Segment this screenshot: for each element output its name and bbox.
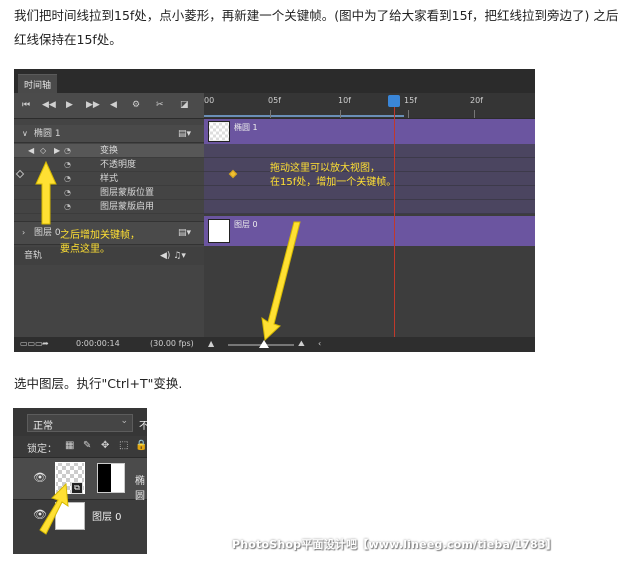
clip-bar-layer-0[interactable]: 图层 0 — [204, 216, 535, 246]
layer-name-layer-0: 图层 0 — [92, 512, 122, 523]
time-ruler[interactable]: 00 05f 10f 15f 20f — [204, 93, 535, 119]
timeline-layer-list: ∨ 椭圆 1 ▤▾ ◀ ◇ ▶ ◔ 变换 ◔ 不透明度 ◔ 样式 ◔ 图层蒙版位… — [14, 119, 204, 337]
expand-arrow-icon[interactable]: ∨ — [22, 127, 28, 141]
step-paragraph: 选中图层。执行"Ctrl+T"变换. — [14, 376, 183, 391]
property-track — [204, 144, 535, 158]
annotation-drag-zoom: 拖动这里可以放大视图， 在15f处，增加一个关键帧。 — [270, 163, 397, 188]
frame-rate: (30.00 fps) — [150, 339, 194, 348]
property-label: 样式 — [100, 174, 119, 184]
timeline-panel: 时间轴 ⏮ ◀◀ ▶ ▶▶ ◀ ⚙ ✂ ◪ 00 05f 10f 15f 20f… — [14, 69, 535, 352]
lock-all-icon[interactable]: 🔒 — [135, 440, 147, 451]
intro-paragraph: 我们把时间线拉到15f处，点小菱形，再新建一个关键帧。(图中为了给大家看到15f… — [14, 8, 619, 47]
audio-track-label: 音轨 — [24, 251, 43, 261]
lock-artboard-icon[interactable]: ⬚ — [119, 440, 128, 451]
ruler-tick — [408, 110, 409, 118]
property-label: 变换 — [100, 146, 119, 156]
blend-mode-value: 正常 — [33, 421, 53, 432]
transition-icon[interactable]: ◪ — [180, 99, 189, 111]
property-label: 不透明度 — [100, 160, 137, 170]
timeline-tab-bar: 时间轴 — [14, 69, 535, 93]
stopwatch-icon[interactable]: ◔ — [64, 145, 71, 157]
clip-label-ellipse: 椭圆 1 — [234, 123, 258, 132]
ruler-label-20f: 20f — [470, 96, 483, 105]
tab-timeline[interactable]: 时间轴 — [18, 74, 58, 93]
ruler-label-05f: 05f — [268, 96, 281, 105]
eye-icon[interactable]: 👁 — [33, 471, 47, 484]
next-frame-icon[interactable]: ▶▶ — [86, 99, 100, 111]
layer-ellipse-label: 椭圆 1 — [34, 129, 61, 139]
blend-mode-select[interactable]: 正常 ⌄ — [27, 414, 133, 432]
layer-mask-thumbnail[interactable] — [97, 463, 125, 493]
scroll-left-icon[interactable]: ‹ — [318, 339, 321, 348]
playhead-handle[interactable] — [388, 95, 400, 107]
lock-row: 锁定： ▦ ✎ ✥ ⬚ 🔒 — [13, 436, 147, 458]
film-icon[interactable]: ▤▾ — [178, 127, 191, 141]
timeline-footer: ▭▭▭ ➦ 0:00:00:14 (30.00 fps) ▲ ⛰ ‹ — [14, 337, 535, 352]
lock-transparency-icon[interactable]: ▦ — [65, 440, 74, 451]
timeline-layer-ellipse[interactable]: ∨ 椭圆 1 ▤▾ — [14, 125, 204, 143]
annotation-add-keyframe: 之后增加关键帧， 要点这里。 — [60, 230, 140, 255]
chevron-down-icon: ⌄ — [120, 416, 128, 426]
property-label: 图层蒙版启用 — [100, 202, 155, 212]
clip-thumbnail-layer-0 — [208, 219, 230, 243]
stopwatch-icon[interactable]: ◔ — [64, 159, 71, 171]
stopwatch-icon[interactable]: ◔ — [64, 187, 71, 199]
layers-panel: 正常 ⌄ 不 锁定： ▦ ✎ ✥ ⬚ 🔒 👁 ⧉ 椭圆 👁 图层 0 — [13, 408, 147, 554]
ruler-tick — [270, 110, 271, 118]
ruler-tick — [474, 110, 475, 118]
clip-label-layer-0: 图层 0 — [234, 220, 258, 229]
layer-0-label: 图层 0 — [34, 228, 61, 238]
layers-top-bar: 正常 ⌄ 不 — [13, 408, 147, 436]
property-label: 图层蒙版位置 — [100, 188, 155, 198]
clip-bar-ellipse[interactable]: 椭圆 1 — [204, 119, 535, 144]
first-frame-icon[interactable]: ⏮ — [22, 99, 30, 111]
work-area-bar[interactable] — [204, 115, 404, 117]
property-mask-position[interactable]: ◔ 图层蒙版位置 — [14, 186, 204, 200]
play-icon[interactable]: ▶ — [66, 99, 73, 111]
prev-frame-icon[interactable]: ◀◀ — [42, 99, 56, 111]
zoom-out-icon[interactable]: ▲ — [208, 339, 214, 348]
collapse-arrow-icon[interactable]: › — [22, 226, 25, 240]
settings-icon[interactable]: ⚙ — [132, 99, 140, 111]
layer-row-ellipse[interactable]: 👁 ⧉ 椭圆 — [13, 458, 147, 502]
eye-icon[interactable]: 👁 — [33, 508, 47, 521]
zoom-in-icon[interactable]: ⛰ — [298, 339, 305, 349]
ruler-label-10f: 10f — [338, 96, 351, 105]
layer-thumbnail-layer-0[interactable] — [55, 502, 85, 530]
opacity-label: 不 — [139, 421, 147, 432]
ruler-label-00: 00 — [204, 96, 215, 105]
property-mask-enable[interactable]: ◔ 图层蒙版启用 — [14, 200, 204, 214]
zoom-slider-thumb[interactable] — [259, 340, 269, 348]
ruler-label-15f: 15f — [404, 96, 417, 105]
watermark: PhotoShop平面设计吧【www.lineeg.com/tieba/1783… — [232, 538, 557, 551]
playback-controls: ⏮ ◀◀ ▶ ▶▶ ◀ ⚙ ✂ ◪ — [14, 93, 204, 119]
lock-pixels-icon[interactable]: ✎ — [83, 440, 91, 451]
layer-name-ellipse: 椭圆 — [135, 476, 145, 502]
convert-frame-icon[interactable]: ▭▭▭ — [20, 339, 43, 348]
keyframe-diamond-icon[interactable]: ◇ — [40, 144, 46, 158]
playhead-line[interactable] — [394, 107, 395, 339]
ruler-tick — [340, 110, 341, 118]
timecode: 0:00:00:14 — [76, 339, 120, 348]
next-keyframe-icon[interactable]: ▶ — [54, 144, 60, 158]
property-style[interactable]: ◔ 样式 — [14, 172, 204, 186]
lock-label: 锁定： — [27, 444, 57, 455]
property-transform[interactable]: ◀ ◇ ▶ ◔ 变换 — [14, 144, 204, 158]
audio-icon[interactable]: ◀ — [110, 99, 117, 111]
render-icon[interactable]: ➦ — [42, 339, 49, 348]
split-icon[interactable]: ✂ — [156, 99, 164, 111]
property-opacity[interactable]: ◔ 不透明度 — [14, 158, 204, 172]
lock-position-icon[interactable]: ✥ — [101, 440, 109, 451]
property-track — [204, 200, 535, 214]
smart-object-icon: ⧉ — [71, 482, 83, 494]
timeline-tracks: 椭圆 1 图层 0 — [204, 119, 535, 337]
prev-keyframe-icon[interactable]: ◀ — [28, 144, 34, 158]
stopwatch-icon[interactable]: ◔ — [64, 201, 71, 213]
stopwatch-icon[interactable]: ◔ — [64, 173, 71, 185]
layer-row-layer-0[interactable]: 👁 图层 0 — [13, 500, 147, 532]
clip-thumbnail-ellipse — [208, 121, 230, 142]
